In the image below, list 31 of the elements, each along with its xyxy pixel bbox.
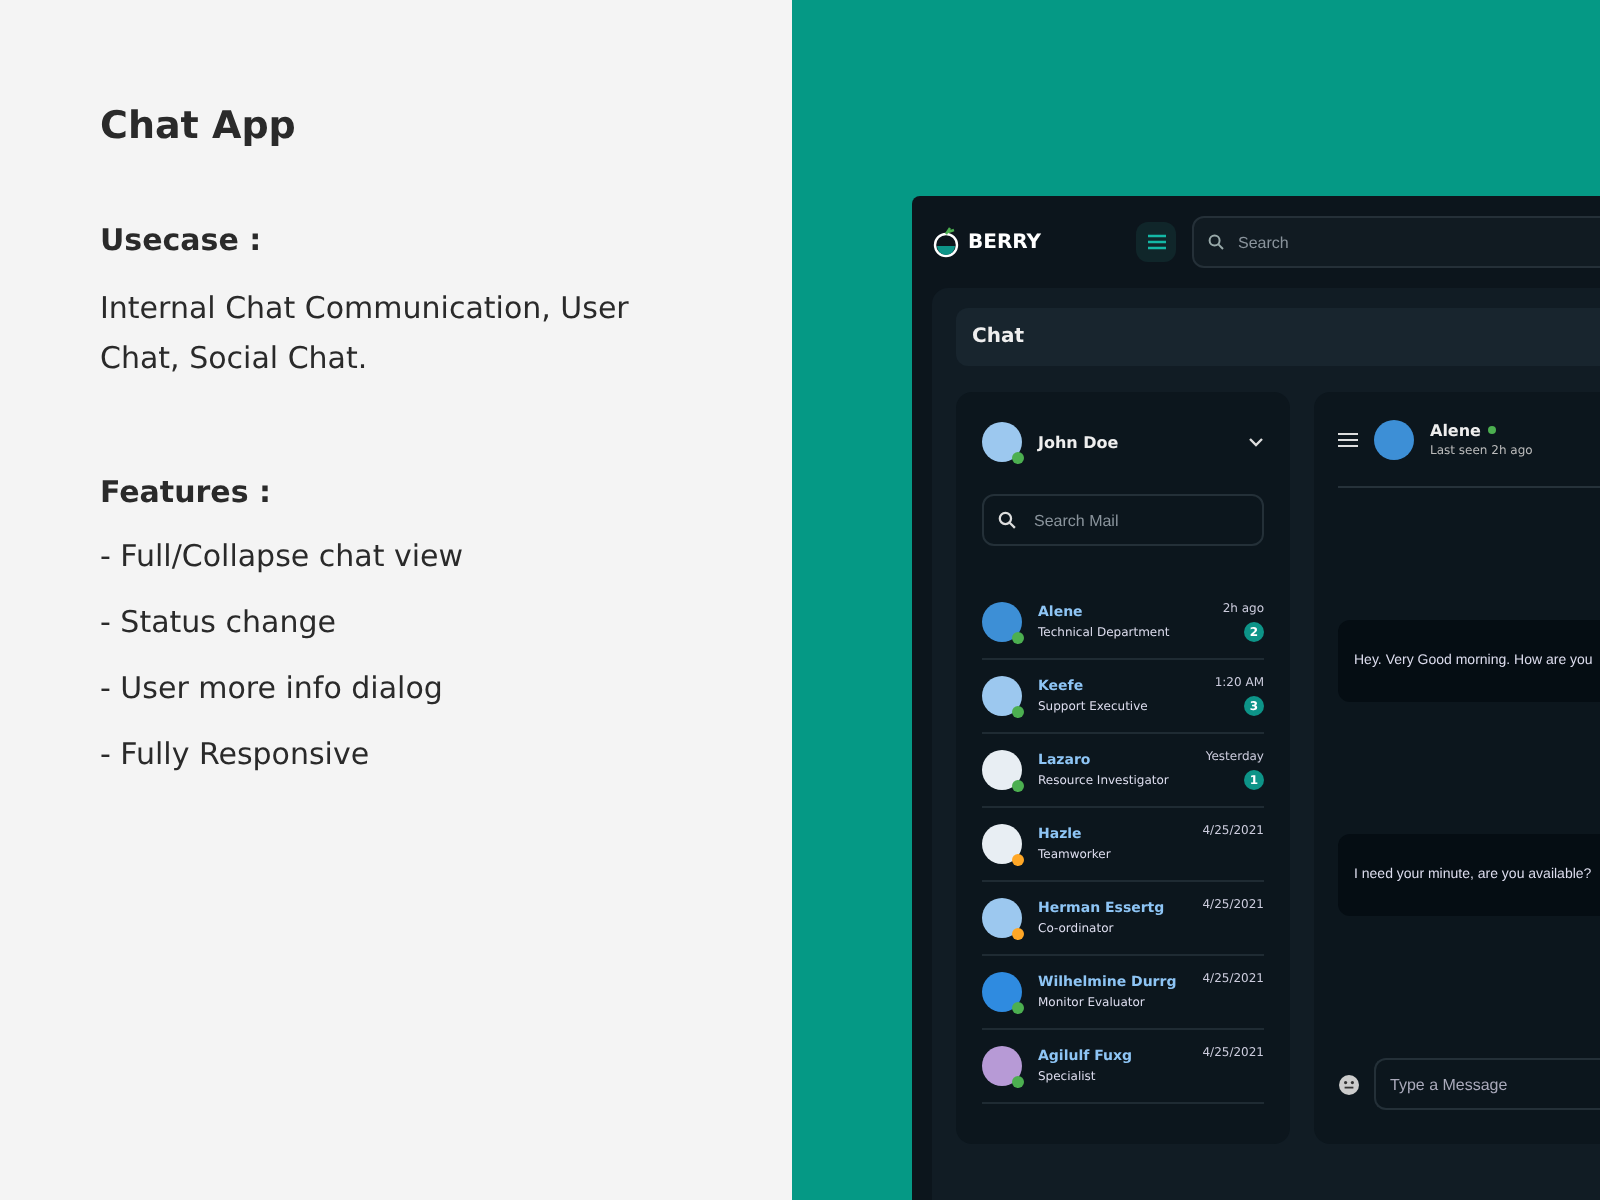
search-field[interactable]: Search Mail (982, 494, 1264, 546)
feature-item: - User more info dialog (100, 668, 445, 708)
menu-icon[interactable] (1338, 431, 1358, 447)
brand-name: BERRY (968, 231, 1044, 253)
chevron-down-icon[interactable] (1248, 436, 1264, 448)
page-title: Chat App (100, 102, 298, 152)
search-field[interactable]: Search (1192, 216, 1600, 268)
avatar (982, 602, 1022, 642)
search-icon (998, 511, 1016, 529)
search-icon (1208, 234, 1224, 250)
usecase-text: Internal Chat Communication, User Chat, Social Chat. (100, 288, 631, 380)
menu-button[interactable] (1136, 222, 1176, 262)
logo-icon (932, 226, 960, 258)
features-heading: Features : (100, 472, 274, 512)
chat-contact-name: Alene (1430, 421, 1481, 439)
feature-item: - Fully Responsive (100, 734, 372, 774)
user-name: John Doe (1038, 433, 1121, 451)
breadcrumb-bar: Chat (956, 308, 1600, 366)
avatar (982, 824, 1022, 864)
usecase-heading: Usecase : (100, 220, 264, 260)
menu-icon (1147, 234, 1165, 250)
feature-item: - Full/Collapse chat view (100, 536, 466, 576)
avatar (982, 750, 1022, 790)
avatar (982, 898, 1022, 938)
avatar (1374, 419, 1414, 459)
avatar (982, 1046, 1022, 1086)
avatar (982, 676, 1022, 716)
message-input[interactable]: Type a Message (1374, 1058, 1600, 1110)
feature-item: - Status change (100, 602, 338, 642)
emoji-icon[interactable] (1338, 1073, 1360, 1095)
avatar (982, 972, 1022, 1012)
